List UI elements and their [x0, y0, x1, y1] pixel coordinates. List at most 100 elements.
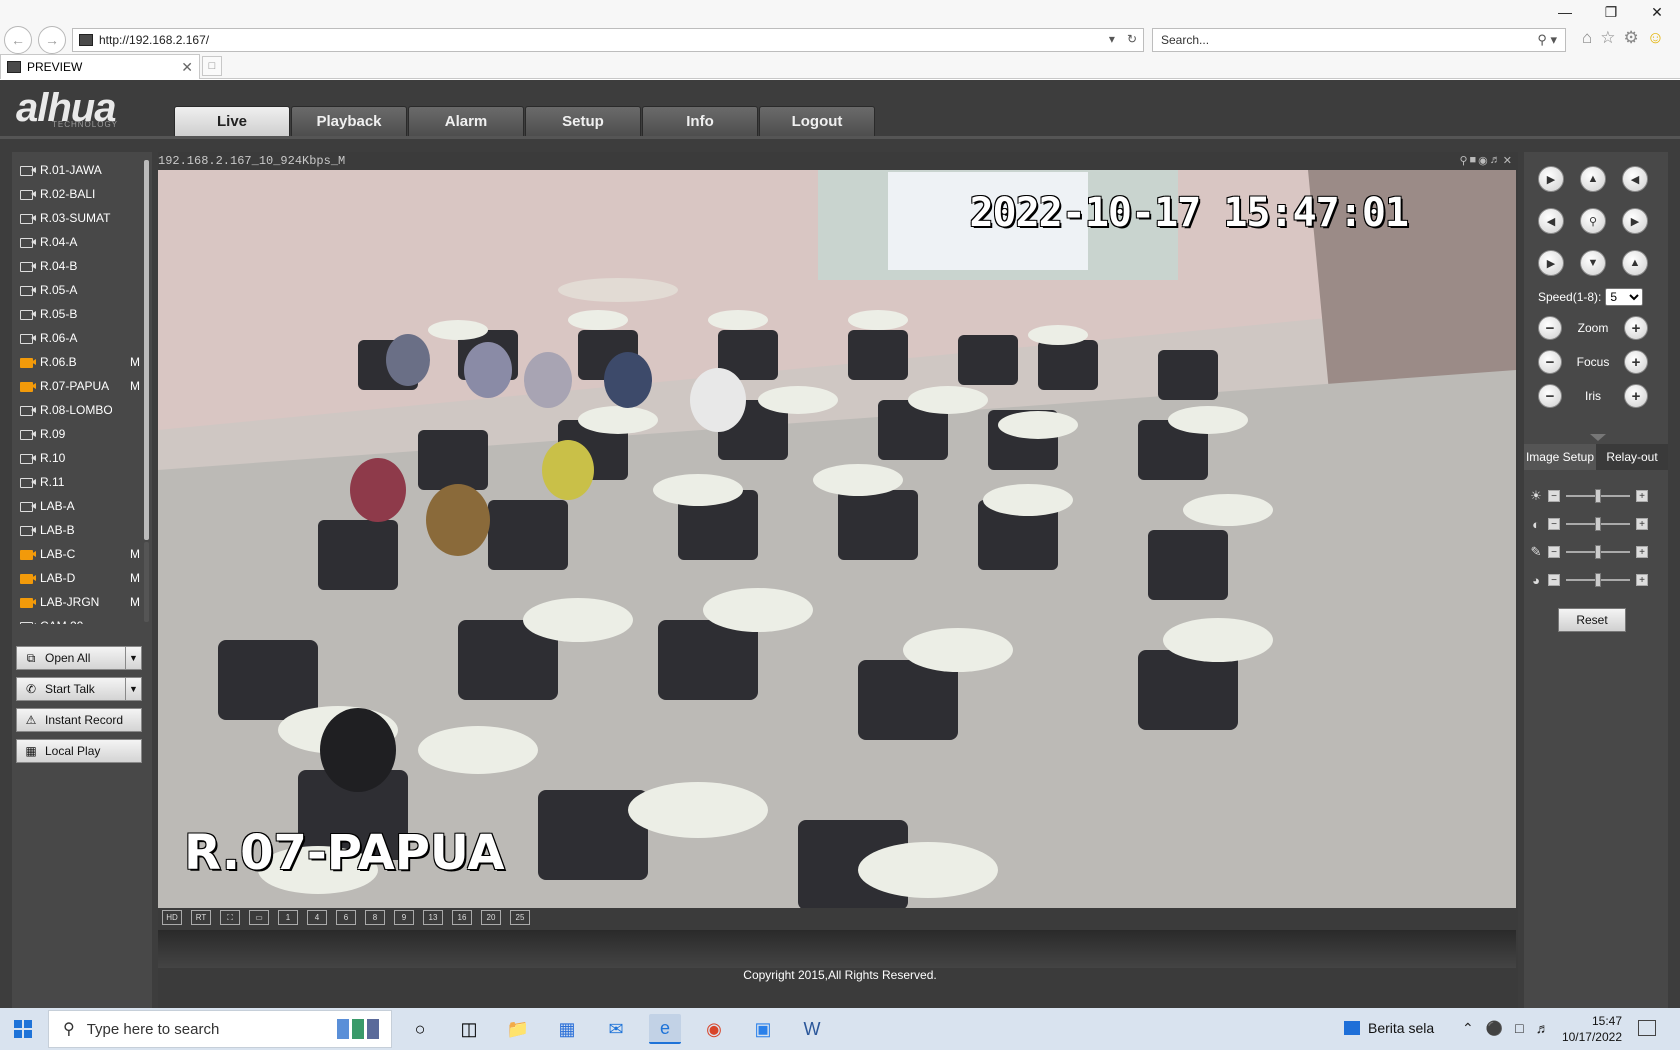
local-play-button[interactable]: ▦ Local Play: [16, 739, 142, 763]
chrome-icon[interactable]: ◉: [698, 1014, 730, 1044]
layout-button[interactable]: 6: [336, 910, 356, 925]
file-explorer-icon[interactable]: 📁: [502, 1014, 534, 1044]
slider-decrease-button[interactable]: −: [1548, 490, 1560, 502]
record-icon[interactable]: ■: [1470, 154, 1477, 167]
reset-button[interactable]: Reset: [1558, 608, 1626, 632]
zoom-out-button[interactable]: −: [1538, 316, 1562, 340]
slider-increase-button[interactable]: +: [1636, 546, 1648, 558]
ptz-down-button[interactable]: ▼: [1580, 250, 1606, 276]
internet-explorer-icon[interactable]: e: [649, 1014, 681, 1044]
device-item[interactable]: R.02-BALI: [16, 182, 144, 206]
zoom-in-button[interactable]: +: [1624, 316, 1648, 340]
nav-info[interactable]: Info: [642, 106, 758, 136]
slider-thumb[interactable]: [1595, 545, 1601, 559]
iris-plus-button[interactable]: +: [1624, 384, 1648, 408]
forward-button[interactable]: →: [38, 26, 66, 54]
nav-playback[interactable]: Playback: [291, 106, 407, 136]
iris-minus-button[interactable]: −: [1538, 384, 1562, 408]
browser-tab[interactable]: PREVIEW ✕: [0, 54, 200, 79]
chevron-up-icon[interactable]: ⌃: [1462, 1020, 1474, 1037]
ptz-up-right-button[interactable]: ◀: [1622, 166, 1648, 192]
layout-button[interactable]: 13: [423, 910, 443, 925]
snapshot-icon[interactable]: ◉: [1478, 154, 1488, 167]
slider-thumb[interactable]: [1595, 489, 1601, 503]
close-video-icon[interactable]: ✕: [1503, 154, 1512, 167]
taskbar-search-input[interactable]: ⚲ Type here to search: [48, 1010, 392, 1048]
restore-icon[interactable]: ❐: [1602, 4, 1620, 21]
speed-select[interactable]: 5: [1605, 288, 1644, 306]
slider-increase-button[interactable]: +: [1636, 574, 1648, 586]
device-item[interactable]: CAM 20: [16, 614, 144, 624]
store-icon[interactable]: ▦: [551, 1014, 583, 1044]
device-item[interactable]: R.04-B: [16, 254, 144, 278]
device-item[interactable]: R.11: [16, 470, 144, 494]
start-talk-dropdown-icon[interactable]: ▼: [125, 678, 141, 700]
nav-setup[interactable]: Setup: [525, 106, 641, 136]
device-item[interactable]: LAB-JRGN M: [16, 590, 144, 614]
tab-image-setup[interactable]: Image Setup: [1524, 444, 1596, 470]
audio-icon[interactable]: ♬: [1490, 154, 1501, 167]
back-button[interactable]: ←: [4, 26, 32, 54]
layout-button[interactable]: 20: [481, 910, 501, 925]
ptz-left-button[interactable]: ◀: [1538, 208, 1564, 234]
task-view-icon[interactable]: ◫: [453, 1014, 485, 1044]
ptz-up-left-button[interactable]: ▶: [1538, 166, 1564, 192]
dropdown-icon[interactable]: ▾: [1109, 32, 1115, 46]
slider-thumb[interactable]: [1595, 517, 1601, 531]
device-item[interactable]: R.01-JAWA: [16, 158, 144, 182]
nav-alarm[interactable]: Alarm: [408, 106, 524, 136]
open-all-dropdown-icon[interactable]: ▼: [125, 647, 141, 669]
device-item[interactable]: LAB-A: [16, 494, 144, 518]
layout-button[interactable]: 16: [452, 910, 472, 925]
microphone-icon[interactable]: ⚫: [1486, 1020, 1503, 1037]
close-icon[interactable]: ✕: [1648, 4, 1666, 21]
slider-increase-button[interactable]: +: [1636, 518, 1648, 530]
ptz-center-button[interactable]: ⚲: [1580, 208, 1606, 234]
layout-button[interactable]: 8: [365, 910, 385, 925]
notification-icon[interactable]: [1638, 1020, 1656, 1036]
device-item[interactable]: R.09: [16, 422, 144, 446]
ptz-down-right-button[interactable]: ▲: [1622, 250, 1648, 276]
slider-thumb[interactable]: [1595, 573, 1601, 587]
instant-record-button[interactable]: ⚠ Instant Record: [16, 708, 142, 732]
home-icon[interactable]: ⌂: [1582, 28, 1592, 48]
device-item[interactable]: R.06-A: [16, 326, 144, 350]
open-all-button[interactable]: ⧉ Open All ▼: [16, 646, 142, 670]
layout-button[interactable]: ▭: [249, 910, 269, 925]
gear-icon[interactable]: ⚙: [1624, 28, 1639, 48]
nav-live[interactable]: Live: [174, 106, 290, 136]
ptz-right-button[interactable]: ▶: [1622, 208, 1648, 234]
volume-icon[interactable]: ♬: [1536, 1020, 1550, 1037]
digital-zoom-icon[interactable]: ⚲: [1459, 154, 1467, 167]
layout-button[interactable]: RT: [191, 910, 211, 925]
device-item[interactable]: R.10: [16, 446, 144, 470]
browser-search-input[interactable]: Search... ⚲ ▾: [1152, 28, 1566, 52]
ptz-up-button[interactable]: ▲: [1580, 166, 1606, 192]
slider-track[interactable]: [1566, 573, 1630, 587]
windows-start-icon[interactable]: [14, 1020, 32, 1038]
mail-icon[interactable]: ✉: [600, 1014, 632, 1044]
collapse-arrow-icon[interactable]: [1590, 434, 1606, 441]
tab-close-icon[interactable]: ✕: [181, 59, 193, 76]
device-list-scrollbar[interactable]: [144, 160, 149, 540]
layout-button[interactable]: 4: [307, 910, 327, 925]
network-icon[interactable]: □: [1515, 1020, 1523, 1037]
news-widget[interactable]: Berita sela: [1344, 1020, 1434, 1036]
slider-increase-button[interactable]: +: [1636, 490, 1648, 502]
slider-track[interactable]: [1566, 517, 1630, 531]
slider-decrease-button[interactable]: −: [1548, 546, 1560, 558]
layout-button[interactable]: HD: [162, 910, 182, 925]
layout-button[interactable]: ⛶: [220, 910, 240, 925]
zoom-app-icon[interactable]: ▣: [747, 1014, 779, 1044]
address-bar[interactable]: http://192.168.2.167/ ▾ ↻: [72, 28, 1144, 52]
layout-button[interactable]: 1: [278, 910, 298, 925]
slider-track[interactable]: [1566, 489, 1630, 503]
ptz-down-left-button[interactable]: ▶: [1538, 250, 1564, 276]
slider-decrease-button[interactable]: −: [1548, 518, 1560, 530]
slider-decrease-button[interactable]: −: [1548, 574, 1560, 586]
smiley-icon[interactable]: ☺: [1647, 28, 1664, 48]
layout-button[interactable]: 25: [510, 910, 530, 925]
device-item[interactable]: R.04-A: [16, 230, 144, 254]
new-tab-button[interactable]: □: [202, 56, 222, 76]
live-video-feed[interactable]: 2022-10-17 15:47:01 R.07-PAPUA: [158, 170, 1516, 908]
